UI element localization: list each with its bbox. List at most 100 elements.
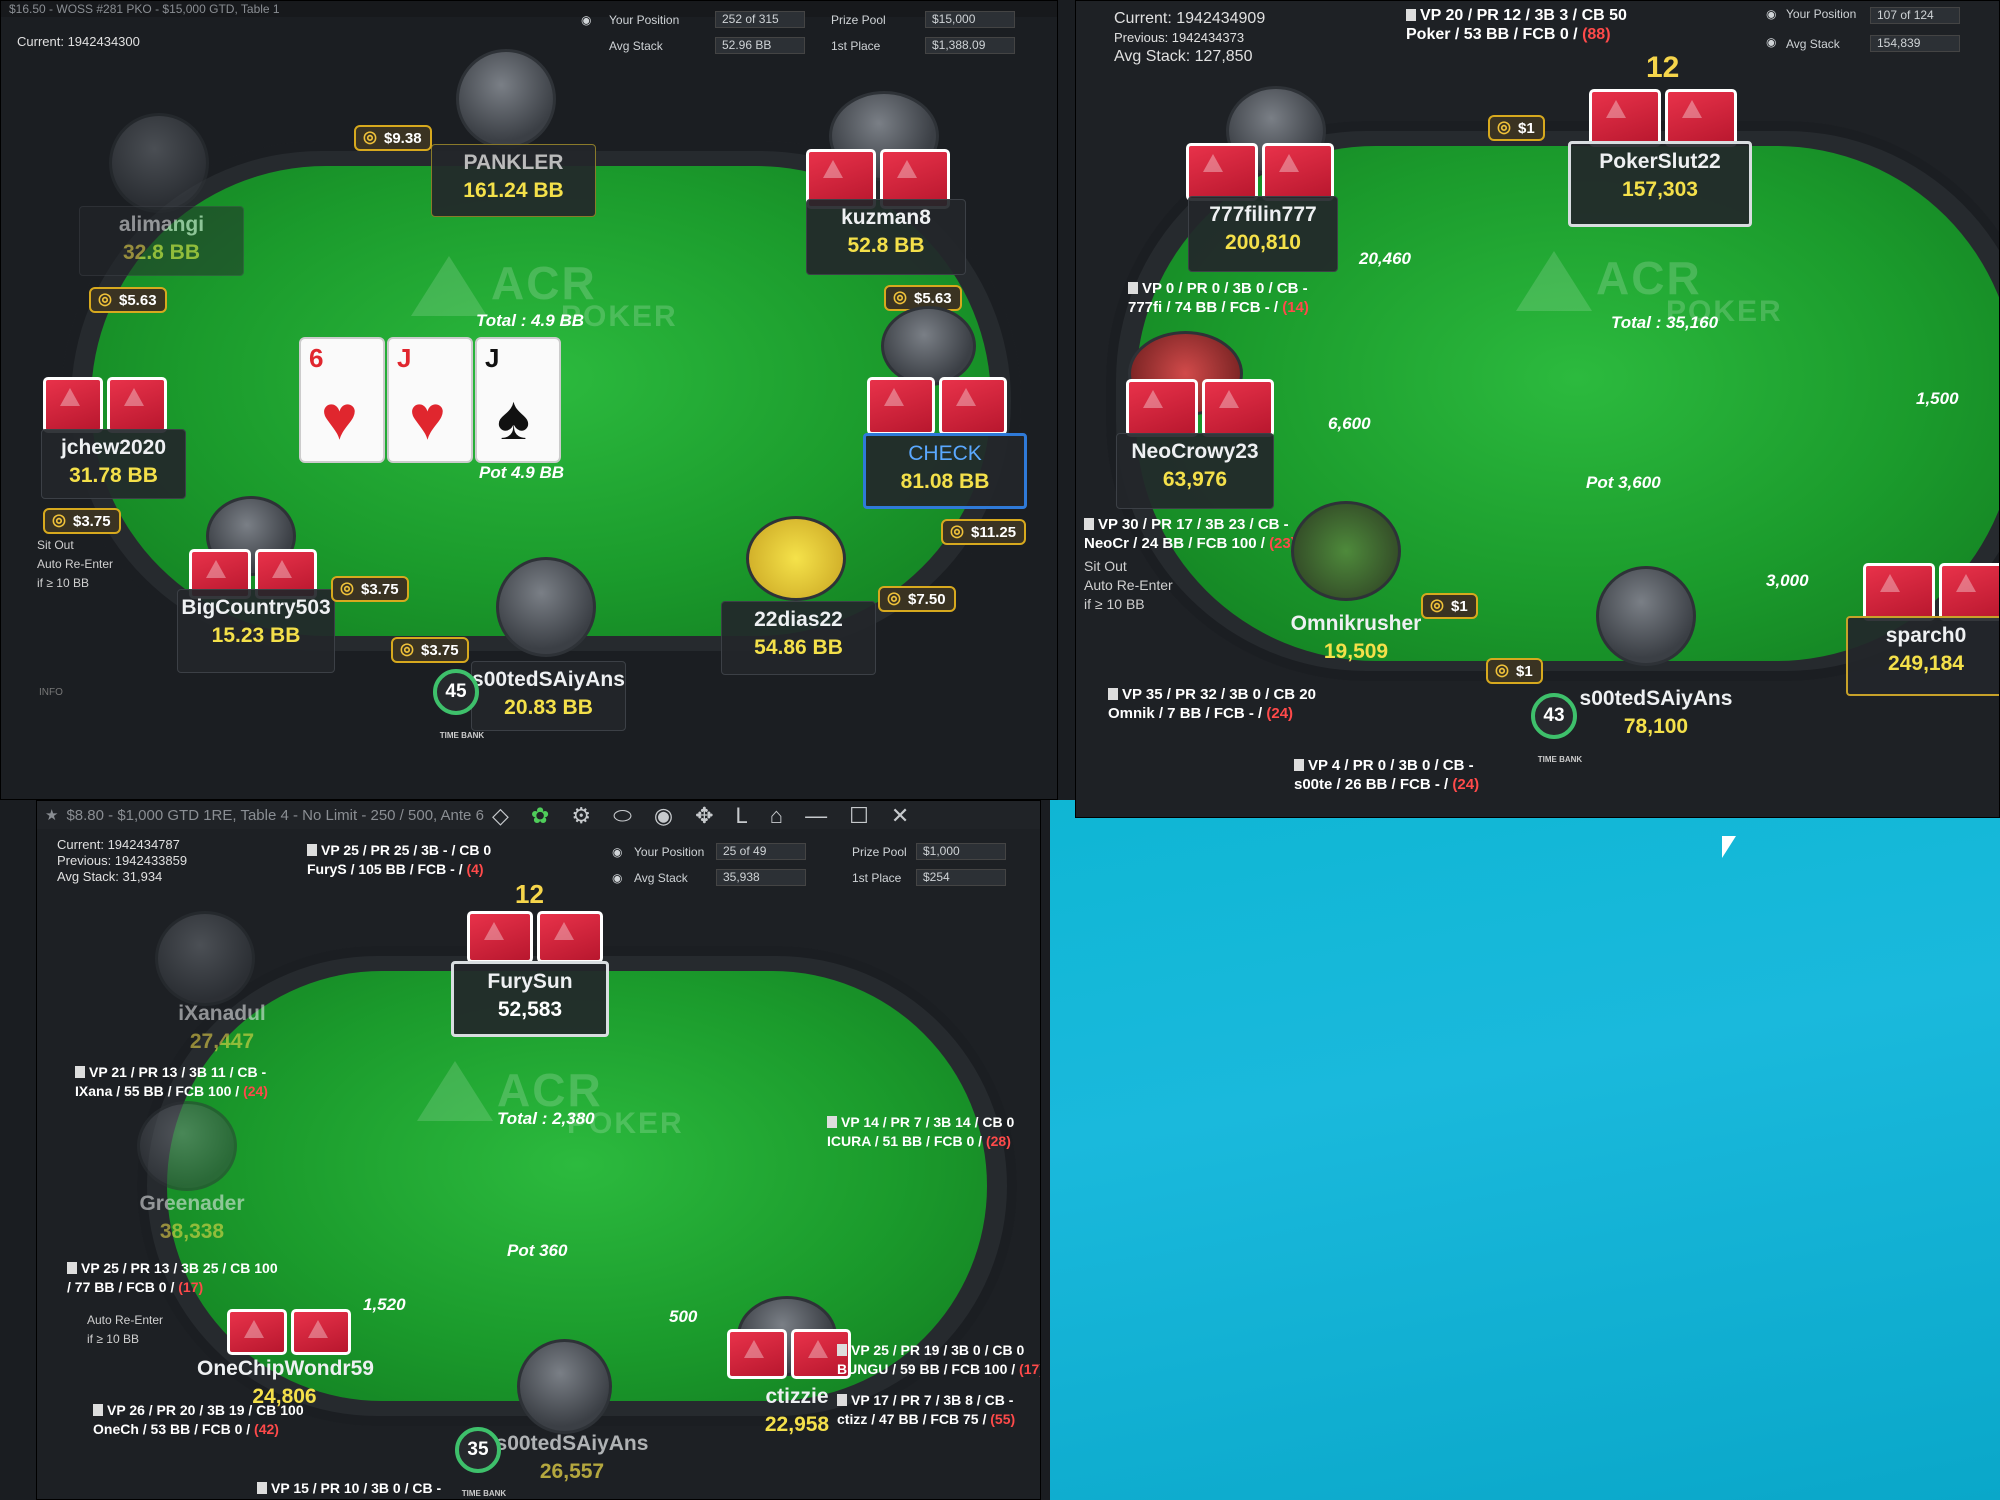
bounty-badge: $3.75 (391, 637, 469, 663)
tag-icon[interactable]: ◇ (492, 803, 509, 829)
player-seat-kuzman8[interactable]: kuzman8 52.8 BB (806, 199, 966, 275)
chip-icon[interactable]: ✿ (531, 803, 549, 829)
player-stack: 249,184 (1888, 652, 1964, 675)
player-name: iXanadul (178, 1002, 266, 1025)
reenter-threshold-input[interactable]: 10 (1106, 596, 1122, 612)
move-icon[interactable]: ✥ (695, 803, 713, 829)
bounty-badge: $9.38 (354, 125, 432, 151)
player-name: sparch0 (1885, 624, 1967, 647)
player-seat-neocrowy23[interactable]: NeoCrowy23 63,976 (1116, 433, 1274, 509)
close-icon[interactable]: ✕ (891, 803, 909, 829)
player-name: kuzman8 (841, 206, 931, 229)
player-seat-omnikrusher[interactable]: Omnikrusher 19,509 (1276, 606, 1436, 682)
pot-amount: Pot 360 (507, 1241, 568, 1260)
player-seat-alimangi[interactable]: alimangi 32.8 BB (79, 206, 244, 276)
avg-stack-label: Avg Stack (1786, 37, 1840, 51)
eye-icon[interactable]: ◉ (654, 803, 673, 829)
hero-avatar (517, 1339, 612, 1434)
player-hud-stats: VP 25 / PR 19 / 3B 0 / CB 0 BUNGU / 59 B… (837, 1342, 1040, 1377)
eye-icon[interactable]: ◉ (581, 13, 591, 28)
reenter-threshold-input[interactable]: 10 (106, 1332, 119, 1346)
player-stack: 38,338 (159, 1220, 225, 1243)
info-tab[interactable]: INFO (39, 687, 63, 698)
poker-table-window-1[interactable]: $16.50 - WOSS #281 PKO - $15,000 GTD, Ta… (0, 0, 1058, 800)
acr-logo-mark (1516, 251, 1592, 311)
eye-icon[interactable]: ◉ (1766, 35, 1776, 50)
player-seat-furysun[interactable]: FurySun 52,583 (451, 961, 609, 1037)
sit-out-panel[interactable]: Sit Out Auto Re-Enter if ≥ 10 BB (1084, 557, 1173, 614)
total-pot: Total : 4.9 BB (476, 311, 584, 330)
acr-logo: ACR POKER (497, 1064, 684, 1140)
player-name: PokerSlut22 (1599, 150, 1721, 173)
board-card-2: J ♥ (387, 337, 473, 463)
player-stack: 19,509 (1323, 640, 1389, 663)
toolbar: ◇ ✿ ⚙ ⬭ ◉ ✥ L ⌂ — ☐ ✕ (492, 803, 909, 829)
player-hud-stats: VP 15 / PR 10 / 3B 0 / CB - (257, 1479, 441, 1498)
previous-id: Previous: 1942434373 (1114, 30, 1245, 45)
bounty-badge: $1 (1421, 593, 1478, 619)
time-bank-timer: 35 TIME BANK (455, 1427, 506, 1498)
player-seat-777filin777[interactable]: 777filin777 200,810 (1188, 196, 1338, 272)
player-name: PANKLER (463, 151, 564, 174)
player-seat-ixanadul[interactable]: iXanadul 27,447 (147, 996, 297, 1066)
auto-reenter-option[interactable]: Auto Re-Enter (87, 1311, 163, 1330)
table-ids: Current: 1942434787 Previous: 1942433859… (57, 837, 187, 885)
player-seat-jchew2020[interactable]: jchew2020 31.78 BB (41, 429, 186, 499)
sit-out-option[interactable]: Sit Out (37, 536, 113, 555)
player-avatar (456, 49, 556, 149)
avg-stack-header: Avg Stack: 31,934 (57, 869, 163, 884)
player-seat-check[interactable]: CHECK 81.08 BB (863, 433, 1027, 509)
desktop-background-lower (1050, 800, 2000, 1500)
first-place-label: 1st Place (852, 871, 902, 885)
toggle-icon[interactable]: ⬭ (613, 803, 632, 829)
player-seat-bigcountry503[interactable]: BigCountry503 15.23 BB (177, 589, 335, 673)
hole-cards (467, 911, 603, 963)
reenter-threshold-input[interactable]: 10 (56, 576, 69, 590)
your-position-label: Your Position (609, 13, 680, 27)
maximize-icon[interactable]: ☐ (849, 803, 869, 829)
player-seat-sparch0[interactable]: sparch0 249,184 (1846, 616, 1999, 696)
minimize-icon[interactable]: — (805, 803, 827, 829)
board-card-1: 6 ♥ (299, 337, 385, 463)
eye-icon[interactable]: ◉ (612, 845, 622, 860)
auto-reenter-option[interactable]: Auto Re-Enter (1084, 576, 1173, 595)
player-seat-greenader[interactable]: Greenader 38,338 (117, 1186, 267, 1256)
eye-icon[interactable]: ◉ (1766, 7, 1776, 22)
player-hud-stats: VP 30 / PR 17 / 3B 23 / CB - NeoCr / 24 … (1084, 516, 1296, 552)
avg-stack-label: Avg Stack (609, 39, 663, 53)
player-seat-22dias22[interactable]: 22dias22 54.86 BB (721, 601, 876, 675)
prize-pool-value: $1,000 (916, 843, 1006, 860)
poker-table-window-3[interactable]: ★ $8.80 - $1,000 GTD 1RE, Table 4 - No L… (36, 800, 1041, 1500)
player-stack: 31.78 BB (69, 464, 158, 487)
acr-logo-mark (417, 1061, 493, 1121)
hole-cards (1863, 563, 1999, 621)
auto-reenter-option[interactable]: Auto Re-Enter (37, 555, 113, 574)
player-seat-pankler[interactable]: PANKLER 161.24 BB (431, 144, 596, 217)
prize-pool-label: Prize Pool (852, 845, 907, 859)
bounty-badge: $7.50 (878, 586, 956, 612)
star-icon[interactable]: ★ (45, 806, 58, 824)
hero-avatar (496, 557, 596, 657)
player-stack: 54.86 BB (754, 636, 843, 659)
pot-amount: Pot 3,600 (1586, 473, 1661, 492)
bet-amount: 20,460 (1359, 249, 1411, 268)
layout-icon[interactable]: L (736, 803, 748, 829)
player-hud-stats: VP 4 / PR 0 / 3B 0 / CB - s00te / 26 BB … (1294, 757, 1480, 793)
hero-avatar (1596, 566, 1696, 666)
previous-id: Previous: 1942433859 (57, 853, 188, 868)
poker-table-window-2[interactable]: Current: 1942434909 Previous: 1942434373… (1075, 0, 2000, 818)
window-titlebar[interactable]: $16.50 - WOSS #281 PKO - $15,000 GTD, Ta… (1, 1, 1057, 17)
player-stack: 32.8 BB (122, 241, 201, 264)
auto-reenter-panel[interactable]: Auto Re-Enter if ≥ 10 BB (87, 1311, 163, 1349)
player-stack: 15.23 BB (211, 624, 301, 647)
home-icon[interactable]: ⌂ (770, 803, 783, 829)
bounty-badge: $1 (1486, 658, 1543, 684)
sit-out-option[interactable]: Sit Out (1084, 557, 1173, 576)
sit-out-panel[interactable]: Sit Out Auto Re-Enter if ≥ 10 BB (37, 536, 113, 593)
player-seat-pokerslut22[interactable]: PokerSlut22 157,303 (1568, 141, 1752, 227)
total-pot: Total : 35,160 (1611, 313, 1719, 332)
if-label: if ≥ (37, 576, 53, 590)
eye-icon[interactable]: ◉ (612, 871, 622, 886)
gear-icon[interactable]: ⚙ (571, 803, 591, 829)
hero-seat[interactable]: s00tedSAiyAns 78,100 (1576, 681, 1736, 751)
